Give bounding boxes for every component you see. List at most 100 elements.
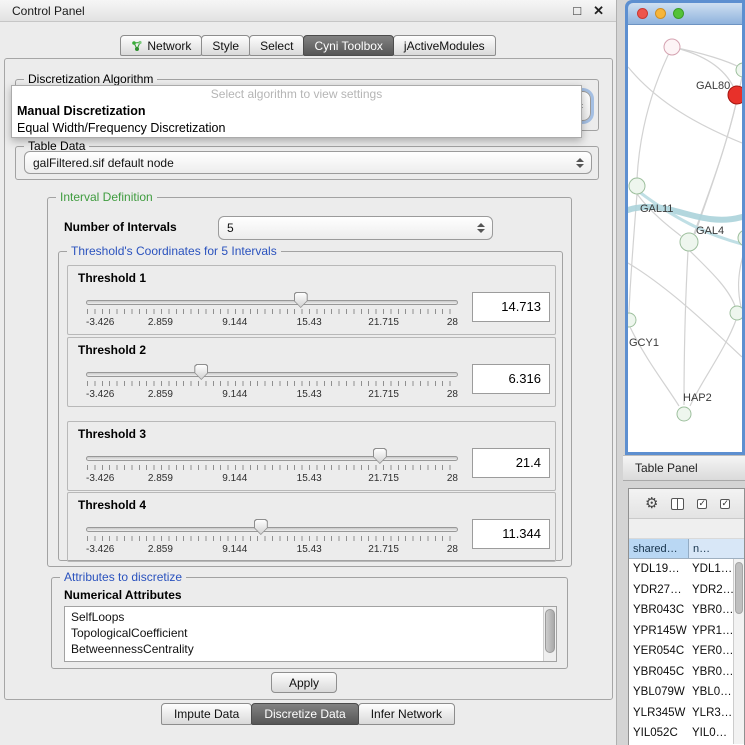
scrollbar-thumb[interactable]	[735, 562, 743, 614]
number-of-intervals-value: 5	[227, 221, 234, 235]
tab-cyni-toolbox[interactable]: Cyni Toolbox	[303, 35, 393, 56]
combo-arrows-icon	[576, 158, 584, 168]
threshold-slider[interactable]: -3.426 2.859 9.144 15.43 21.715 28	[86, 515, 458, 561]
table-panel-toolbar: ⚙	[629, 489, 744, 519]
table-row[interactable]: YBR045CYBR0…	[629, 662, 744, 683]
threshold-panel-2: Threshold 2 -3.426 2.859 9.144 15.43 21.…	[67, 337, 556, 407]
numerical-attributes-list[interactable]: SelfLoops TopologicalCoefficient Between…	[64, 606, 557, 662]
network-icon	[131, 40, 143, 52]
table-row[interactable]: YER054CYER0…	[629, 641, 744, 662]
network-node	[629, 178, 645, 194]
gear-icon[interactable]: ⚙	[645, 496, 658, 511]
threshold-slider[interactable]: -3.426 2.859 9.144 15.43 21.715 28	[86, 288, 458, 334]
threshold-slider[interactable]: -3.426 2.859 9.144 15.43 21.715 28	[86, 360, 458, 406]
scale-label: 9.144	[222, 473, 247, 484]
dropdown-option-manual-discretization[interactable]: Manual Discretization	[12, 103, 581, 120]
table-row[interactable]: YBL079WYBL0…	[629, 682, 744, 703]
apply-button[interactable]: Apply	[271, 672, 337, 693]
threshold-value-field[interactable]: 21.4	[472, 448, 550, 478]
slider-ticks	[87, 465, 457, 470]
slider-ticks	[87, 381, 457, 386]
control-panel-body: Discretization Algorithm Select algorith…	[4, 58, 613, 700]
table-scrollbar[interactable]	[733, 559, 744, 744]
scale-label: 15.43	[297, 389, 322, 400]
control-panel-window: Control Panel □ ✕ Network Style Select C…	[0, 0, 617, 745]
table-row[interactable]: YBR043CYBR0…	[629, 600, 744, 621]
network-graph: GAL80 GAL11 GAL4 GCY1 HAP2	[628, 25, 742, 452]
scale-label: 28	[447, 389, 458, 400]
scale-label: 15.43	[297, 544, 322, 555]
list-item[interactable]: BetweennessCentrality	[71, 641, 542, 657]
numerical-attributes-label: Numerical Attributes	[64, 588, 182, 602]
scale-label: 28	[447, 544, 458, 555]
slider-track[interactable]	[86, 372, 458, 377]
tab-impute-data[interactable]: Impute Data	[161, 703, 252, 725]
slider-thumb[interactable]	[373, 448, 387, 464]
scrollbar-thumb[interactable]	[545, 609, 555, 653]
column-header-name[interactable]: n…	[689, 539, 744, 558]
slider-thumb[interactable]	[254, 519, 268, 535]
slider-track[interactable]	[86, 300, 458, 305]
table-row[interactable]: YPR145WYPR1…	[629, 621, 744, 642]
list-scrollbar[interactable]	[543, 607, 556, 661]
scale-label: 9.144	[222, 317, 247, 328]
scale-label: -3.426	[86, 317, 114, 328]
threshold-panel-4: Threshold 4 -3.426 2.859 9.144 15.43 21.…	[67, 492, 556, 562]
threshold-slider[interactable]: -3.426 2.859 9.144 15.43 21.715 28	[86, 444, 458, 490]
bottom-tabbar: Impute Data Discretize Data Infer Networ…	[0, 703, 616, 729]
slider-track[interactable]	[86, 527, 458, 532]
scale-label: 28	[447, 317, 458, 328]
select-all-checkbox-icon[interactable]	[720, 499, 730, 509]
table-row[interactable]: YDL19…YDL1…	[629, 559, 744, 580]
slider-thumb[interactable]	[194, 364, 208, 380]
titlebar-icons: □ ✕	[573, 4, 604, 17]
slider-track[interactable]	[86, 456, 458, 461]
tab-select[interactable]: Select	[249, 35, 304, 56]
threshold-value-field[interactable]: 11.344	[472, 519, 550, 549]
table-row[interactable]: YIL052CYIL0…	[629, 723, 744, 744]
scale-label: 28	[447, 473, 458, 484]
network-window-titlebar[interactable]	[628, 3, 742, 25]
window-title: Control Panel	[12, 4, 85, 18]
tab-network[interactable]: Network	[120, 35, 202, 56]
table-panel-title: Table Panel	[635, 461, 698, 475]
list-item[interactable]: TopologicalCoefficient	[71, 625, 542, 641]
float-window-icon[interactable]: □	[573, 4, 581, 17]
dropdown-option-equal-width-frequency[interactable]: Equal Width/Frequency Discretization	[12, 120, 581, 137]
close-traffic-light[interactable]	[637, 8, 648, 19]
columns-icon[interactable]	[671, 498, 684, 510]
slider-thumb[interactable]	[294, 292, 308, 308]
group-title: Threshold's Coordinates for 5 Intervals	[67, 244, 281, 259]
zoom-traffic-light[interactable]	[673, 8, 684, 19]
threshold-panel-3: Threshold 3 -3.426 2.859 9.144 15.43 21.…	[67, 421, 556, 491]
table-row[interactable]: YDR27…YDR2…	[629, 580, 744, 601]
network-canvas[interactable]: GAL80 GAL11 GAL4 GCY1 HAP2	[628, 25, 742, 452]
scale-label: -3.426	[86, 544, 114, 555]
table-data-select[interactable]: galFiltered.sif default node	[24, 151, 592, 174]
tab-style[interactable]: Style	[201, 35, 250, 56]
thresholds-group: Threshold's Coordinates for 5 Intervals …	[58, 251, 563, 561]
select-visible-checkbox-icon[interactable]	[697, 499, 707, 509]
tab-label: Style	[212, 39, 239, 53]
scale-label: 15.43	[297, 473, 322, 484]
threshold-value-field[interactable]: 6.316	[472, 364, 550, 394]
table-row[interactable]: YLR345WYLR3…	[629, 703, 744, 724]
tab-label: jActiveModules	[404, 39, 485, 53]
network-node	[628, 313, 636, 327]
tab-discretize-data[interactable]: Discretize Data	[251, 703, 358, 725]
control-panel-tabbar: Network Style Select Cyni Toolbox jActiv…	[0, 22, 616, 58]
threshold-label: Threshold 2	[78, 343, 146, 357]
slider-scale: -3.426 2.859 9.144 15.43 21.715 28	[86, 389, 458, 401]
threshold-value-field[interactable]: 14.713	[472, 292, 550, 322]
threshold-label: Threshold 4	[78, 498, 146, 512]
column-header-shared-name[interactable]: shared…	[629, 539, 689, 558]
tab-label: Cyni Toolbox	[314, 39, 382, 53]
number-of-intervals-select[interactable]: 5	[218, 216, 493, 240]
tab-jactivemodules[interactable]: jActiveModules	[393, 35, 496, 56]
network-node	[677, 407, 691, 421]
list-item[interactable]: SelfLoops	[71, 609, 542, 625]
minimize-traffic-light[interactable]	[655, 8, 666, 19]
threshold-label: Threshold 3	[78, 427, 146, 441]
tab-infer-network[interactable]: Infer Network	[358, 703, 455, 725]
close-window-icon[interactable]: ✕	[593, 4, 604, 17]
